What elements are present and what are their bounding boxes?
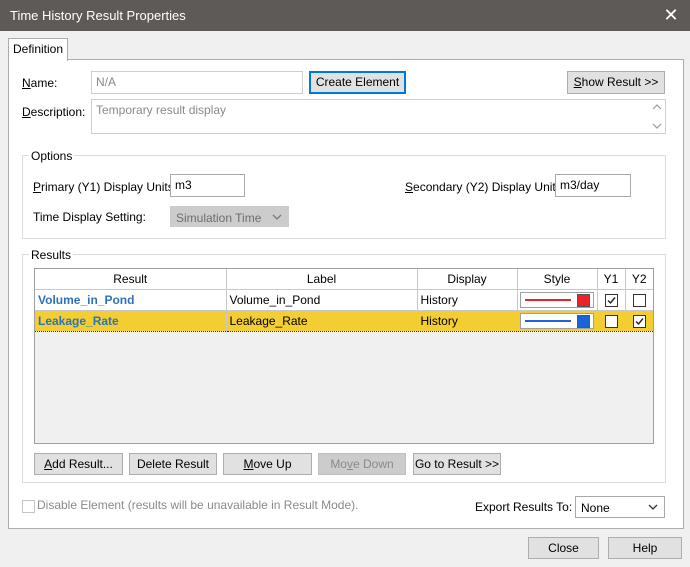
description-scroll-icon[interactable]: [652, 103, 662, 131]
disable-element-label: Disable Element (results will be unavail…: [37, 498, 359, 512]
display-cell[interactable]: History: [417, 289, 518, 311]
time-display-value: Simulation Time: [176, 211, 262, 225]
line-style-swatch[interactable]: [520, 292, 594, 308]
style-cell[interactable]: [517, 310, 598, 332]
table-row[interactable]: Volume_in_Pond Volume_in_Pond History: [35, 289, 653, 311]
time-display-label: Time Display Setting:: [33, 210, 146, 224]
column-header-y1[interactable]: Y1: [597, 269, 626, 290]
delete-result-button[interactable]: Delete Result: [129, 453, 217, 475]
go-to-result-button[interactable]: Go to Result >>: [413, 453, 501, 475]
column-header-display[interactable]: Display: [417, 269, 518, 290]
column-header-result[interactable]: Result: [35, 269, 227, 290]
name-label: Name:: [22, 76, 58, 90]
secondary-units-input[interactable]: m3/day: [555, 174, 631, 197]
disable-element-checkbox[interactable]: [22, 500, 35, 514]
y2-cell[interactable]: [625, 310, 653, 332]
window-title: Time History Result Properties: [10, 8, 186, 23]
y2-checkbox[interactable]: [632, 294, 646, 308]
show-result-button[interactable]: Show Result >>: [567, 71, 665, 94]
chevron-down-icon: [648, 504, 658, 510]
column-header-label[interactable]: Label: [226, 269, 418, 290]
move-down-button[interactable]: Move Down: [318, 453, 406, 475]
title-bar: Time History Result Properties ✕: [0, 0, 690, 31]
y1-cell[interactable]: [597, 310, 626, 332]
color-swatch: [577, 294, 590, 307]
display-cell[interactable]: History: [417, 310, 518, 332]
y2-cell[interactable]: [625, 289, 653, 311]
options-group-label: Options: [29, 149, 75, 163]
results-group-label: Results: [29, 248, 74, 262]
close-button[interactable]: Close: [528, 537, 599, 559]
label-cell[interactable]: Leakage_Rate: [226, 310, 418, 332]
move-up-button[interactable]: Move Up: [223, 453, 312, 475]
export-results-value: None: [581, 501, 610, 515]
help-button[interactable]: Help: [608, 537, 682, 559]
secondary-units-label: Secondary (Y2) Display Units:: [405, 180, 566, 194]
primary-units-label: Primary (Y1) Display Units:: [33, 180, 178, 194]
name-field[interactable]: N/A: [91, 71, 303, 94]
time-display-select[interactable]: Simulation Time: [170, 206, 289, 227]
line-sample: [525, 299, 571, 301]
create-element-button[interactable]: Create Element: [309, 71, 406, 94]
column-header-style[interactable]: Style: [517, 269, 598, 290]
y1-checkbox[interactable]: [604, 315, 618, 329]
primary-units-input[interactable]: m3: [170, 174, 245, 197]
line-sample: [525, 320, 571, 322]
results-table: Result Label Display Style Y1 Y2 Volume_…: [34, 268, 654, 444]
table-header: Result Label Display Style Y1 Y2: [35, 269, 653, 290]
checkmark-icon: [635, 318, 644, 326]
line-style-swatch[interactable]: [520, 313, 594, 329]
y1-checkbox[interactable]: [604, 294, 618, 308]
export-results-label: Export Results To:: [475, 500, 573, 514]
tab-definition[interactable]: Definition: [8, 38, 68, 61]
y2-checkbox[interactable]: [632, 315, 646, 329]
table-row[interactable]: Leakage_Rate Leakage_Rate History: [35, 310, 653, 332]
result-cell[interactable]: Volume_in_Pond: [35, 289, 227, 311]
style-cell[interactable]: [517, 289, 598, 311]
chevron-down-icon: [272, 214, 282, 220]
label-cell[interactable]: Volume_in_Pond: [226, 289, 418, 311]
description-label: Description:: [22, 105, 86, 119]
color-swatch: [577, 315, 590, 328]
close-icon[interactable]: ✕: [662, 5, 680, 26]
export-results-select[interactable]: None: [575, 496, 665, 518]
checkmark-icon: [607, 297, 616, 305]
add-result-button[interactable]: Add Result...: [34, 453, 123, 475]
description-field[interactable]: Temporary result display: [91, 99, 666, 134]
column-header-y2[interactable]: Y2: [625, 269, 653, 290]
result-cell[interactable]: Leakage_Rate: [35, 310, 227, 332]
y1-cell[interactable]: [597, 289, 626, 311]
options-group: [22, 155, 666, 239]
description-text: Temporary result display: [96, 103, 227, 117]
